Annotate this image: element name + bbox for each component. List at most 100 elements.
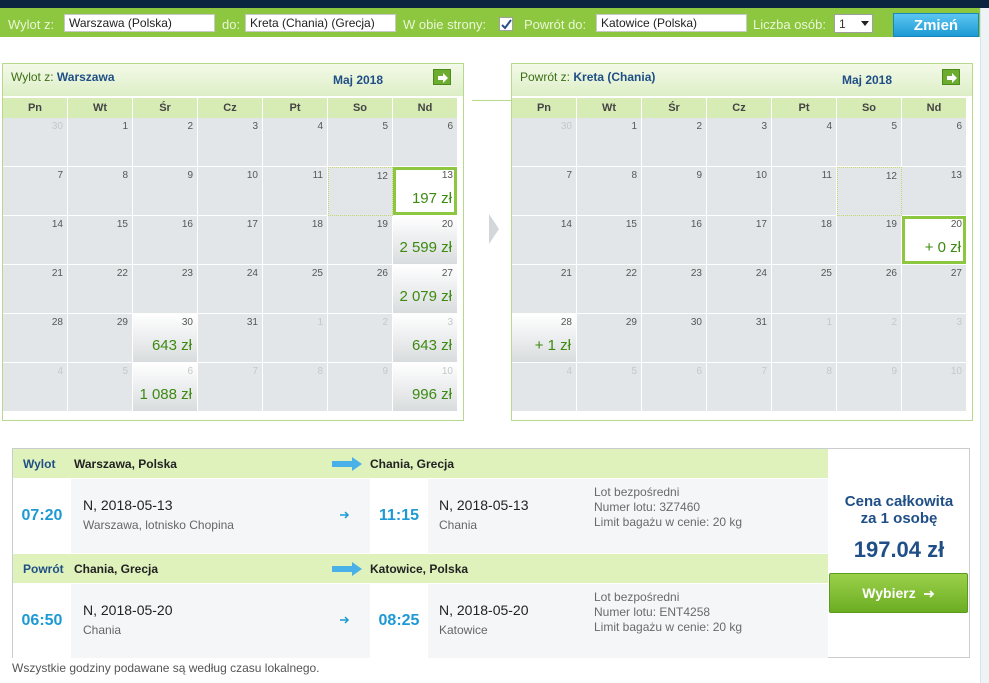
return-day-cell: 19 — [837, 216, 902, 265]
return-day-cell: 5 — [577, 363, 642, 412]
return-day-cell: 23 — [642, 265, 707, 314]
outbound-next-month-button[interactable] — [433, 69, 451, 85]
return-day-cell: 4 — [512, 363, 577, 412]
outbound-day-cell: 1 — [263, 314, 328, 363]
return-next-month-button[interactable] — [942, 69, 960, 85]
day-number: 24 — [755, 268, 767, 279]
return-day-cell: 3 — [902, 314, 967, 363]
day-number: 18 — [311, 219, 323, 230]
day-number: 27 — [441, 268, 453, 279]
day-number: 17 — [755, 219, 767, 230]
return-day-cell: 15 — [577, 216, 642, 265]
day-number: 6 — [187, 366, 193, 377]
search-bar: Wylot z: Warszawa (Polska) do: Kreta (Ch… — [0, 8, 980, 37]
outbound-weekday-header: Cz — [198, 98, 263, 118]
return-day-cell: 11 — [772, 167, 837, 216]
outbound-title-prefix: Wylot z: — [11, 70, 54, 84]
arrow-right-icon — [947, 73, 957, 83]
inbound-flight-info: Lot bezpośredni Numer lotu: ENT4258 Limi… — [594, 590, 742, 635]
outbound-arrival-date: N, 2018-05-13 — [439, 497, 529, 513]
top-banner-strip — [0, 0, 989, 8]
outbound-day-cell: 12 — [328, 167, 393, 216]
return-day-cell: 21 — [512, 265, 577, 314]
outbound-day-cell[interactable]: 3 643 zł — [393, 314, 458, 363]
outbound-day-cell[interactable]: 6 1 088 zł — [133, 363, 198, 412]
total-price-label: Cena całkowita za 1 osobę — [829, 493, 969, 527]
day-price: 1 088 zł — [139, 386, 192, 403]
page-right-edge — [980, 8, 989, 683]
day-number: 5 — [382, 121, 388, 132]
outbound-segment-header: Wylot Warszawa, Polska Chania, Grecja — [13, 449, 828, 478]
outbound-weekday-header: Nd — [393, 98, 458, 118]
return-day-cell: 27 — [902, 265, 967, 314]
to-input[interactable]: Kreta (Chania) (Grecja) — [245, 14, 396, 32]
roundtrip-label: W obie strony: — [403, 17, 487, 32]
return-day-cell: 9 — [642, 167, 707, 216]
day-number: 7 — [566, 170, 572, 181]
return-day-cell[interactable]: 20 + 0 zł — [902, 216, 967, 265]
outbound-day-cell: 14 — [3, 216, 68, 265]
return-day-cell: 4 — [772, 118, 837, 167]
day-number: 5 — [631, 366, 637, 377]
day-number: 1 — [317, 317, 323, 328]
return-day-cell: 24 — [707, 265, 772, 314]
persons-value: 1 — [839, 17, 846, 31]
change-search-button[interactable]: Zmień — [893, 13, 979, 37]
return-input[interactable]: Katowice (Polska) — [596, 14, 747, 32]
day-number: 1 — [631, 121, 637, 132]
day-number: 11 — [312, 170, 323, 181]
return-weekday-header: Cz — [707, 98, 772, 118]
return-day-cell: 6 — [902, 118, 967, 167]
inbound-segment-details: 06:50 N, 2018-05-20 Chania 08:25 N, 2018… — [13, 584, 828, 658]
outbound-day-cell[interactable]: 13 197 zł — [393, 167, 458, 216]
outbound-day-cell[interactable]: 27 2 079 zł — [393, 265, 458, 314]
day-number: 30 — [560, 121, 572, 132]
outbound-day-cell: 17 — [198, 216, 263, 265]
outbound-day-cell: 8 — [68, 167, 133, 216]
outbound-day-cell[interactable]: 20 2 599 zł — [393, 216, 458, 265]
day-number: 8 — [826, 366, 832, 377]
outbound-day-cell: 15 — [68, 216, 133, 265]
day-number: 21 — [51, 268, 63, 279]
inbound-arrival-place: Katowice — [439, 623, 488, 637]
persons-select[interactable]: 1 — [834, 14, 873, 33]
outbound-departure-date: N, 2018-05-13 — [83, 497, 173, 513]
select-button[interactable]: Wybierz — [829, 573, 968, 613]
day-number: 9 — [382, 366, 388, 377]
day-number: 10 — [246, 170, 258, 181]
day-price: + 0 zł — [924, 239, 961, 256]
outbound-calendar: Wylot z: Warszawa Maj 2018 Pn Wt Śr Cz Pt So N… — [2, 63, 464, 421]
day-number: 2 — [696, 121, 702, 132]
day-price: 643 zł — [411, 337, 452, 354]
outbound-day-cell: 3 — [198, 118, 263, 167]
return-weekday-header: Nd — [902, 98, 967, 118]
return-day-cell: 13 — [902, 167, 967, 216]
arrow-right-icon — [438, 73, 448, 83]
to-label: do: — [222, 17, 241, 32]
day-number: 2 — [382, 317, 388, 328]
outbound-day-cell[interactable]: 30 643 zł — [133, 314, 198, 363]
return-day-cell: 30 — [512, 118, 577, 167]
return-day-cell: 1 — [577, 118, 642, 167]
day-number: 4 — [57, 366, 63, 377]
outbound-info-baggage: Limit bagażu w cenie: 20 kg — [594, 515, 743, 529]
timezone-footnote: Wszystkie godziny podawane są według cza… — [12, 661, 320, 675]
day-number: 2 — [187, 121, 193, 132]
outbound-calendar-header: Wylot z: Warszawa Maj 2018 — [3, 64, 463, 96]
day-number: 9 — [891, 366, 897, 377]
outbound-day-cell: 1 — [68, 118, 133, 167]
calendar-divider-arrow-icon — [489, 214, 499, 244]
return-day-cell: 25 — [772, 265, 837, 314]
persons-label: Liczba osób: — [753, 17, 826, 32]
outbound-from: Warszawa, Polska — [74, 457, 177, 471]
return-day-cell[interactable]: 28 + 1 zł — [512, 314, 577, 363]
return-day-grid: 30 1 2 3 4 5 6 7 8 9 10 11 12 13 14 15 16 17 18 19 20 + 0 zł 2… — [512, 118, 967, 412]
roundtrip-checkbox[interactable] — [499, 17, 513, 31]
from-input[interactable]: Warszawa (Polska) — [64, 14, 215, 32]
outbound-day-cell[interactable]: 10 996 zł — [393, 363, 458, 412]
day-number: 30 — [51, 121, 63, 132]
return-month-label: Maj 2018 — [842, 73, 893, 87]
return-day-cell: 1 — [772, 314, 837, 363]
outbound-day-cell: 9 — [328, 363, 393, 412]
inbound-label: Powrót — [23, 562, 64, 576]
